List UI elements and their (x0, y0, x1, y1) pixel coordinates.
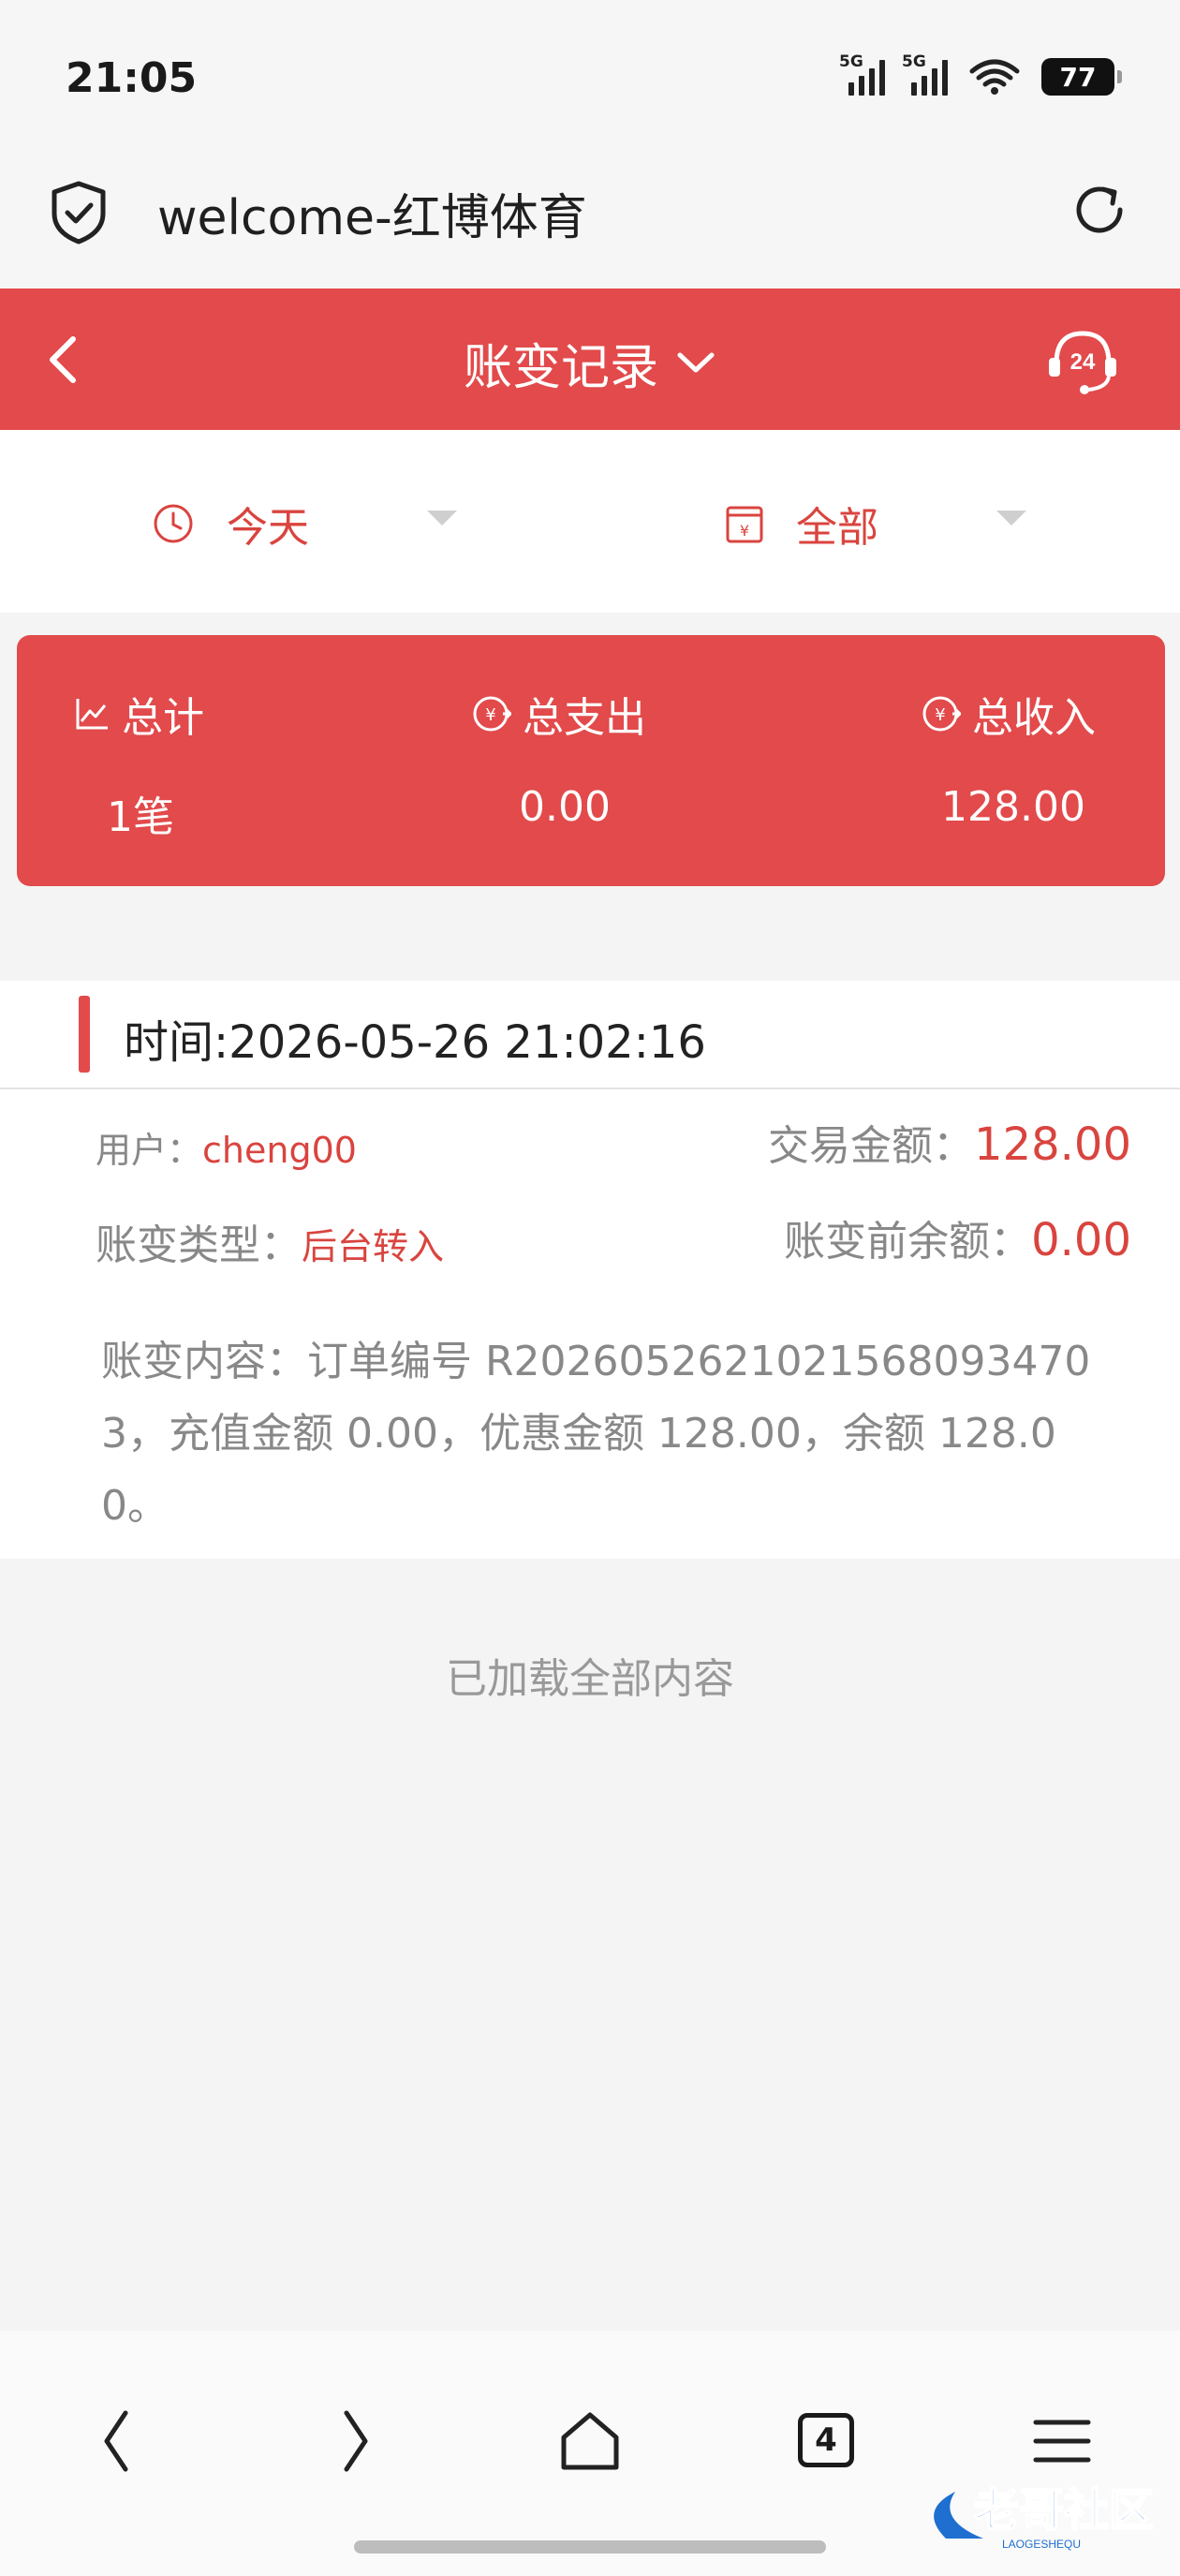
summary-card: 总计 1笔 ¥ 总支出 0.00 ¥ 总收入 128.00 (17, 635, 1165, 886)
record-header: 时间:2026-05-26 21:02:16 (0, 981, 1180, 1089)
watermark-logo: 老哥社区 LAOGESHEQU (934, 2483, 1155, 2551)
summary-expense-value: 0.00 (519, 783, 611, 831)
page-title: 账变记录 (463, 340, 658, 396)
summary-total-label: 总计 (122, 694, 204, 742)
wifi-icon (969, 59, 1020, 95)
record-amount-value: 128.00 (974, 1118, 1131, 1171)
signal-5g-icon: 5G (902, 52, 948, 96)
record-user-value: cheng00 (202, 1130, 357, 1171)
record-balance: 账变前余额：0.00 (784, 1207, 1131, 1267)
record-amount: 交易金额：128.00 (768, 1112, 1131, 1172)
status-time: 21:05 (66, 54, 198, 102)
support-24-text: 24 (1070, 349, 1096, 375)
signal-tag: 5G (902, 52, 926, 71)
transaction-record[interactable]: 时间:2026-05-26 21:02:16 用户：cheng00 交易金额：1… (0, 981, 1180, 1559)
browser-page-title[interactable]: welcome-红博体育 (157, 178, 587, 248)
status-icons: 5G 5G 77 (839, 52, 1122, 96)
clock-icon (154, 504, 193, 543)
record-time: 时间:2026-05-26 21:02:16 (124, 1016, 706, 1069)
reload-icon[interactable] (1068, 178, 1131, 242)
summary-total-value: 1笔 (107, 793, 174, 841)
watermark-text: 老哥社区 (974, 2484, 1154, 2537)
forward-icon[interactable] (317, 2404, 391, 2479)
caret-down-icon (427, 511, 457, 526)
yuan-in-icon: ¥ (922, 696, 961, 732)
summary-expense-label: 总支出 (523, 694, 646, 742)
svg-text:¥: ¥ (485, 705, 495, 725)
record-content: 账变内容：订单编号 R2026052621021568093470 3，充值金额… (101, 1338, 1091, 1530)
summary-income-label: 总收入 (972, 694, 1096, 742)
date-filter-label: 今天 (227, 504, 309, 552)
type-filter-label: 全部 (796, 504, 878, 552)
signal-tag: 5G (839, 52, 863, 71)
tabs-icon[interactable]: 4 (798, 2413, 854, 2467)
calendar-yuan-icon: ¥ (726, 506, 763, 543)
summary-expense: ¥ 总支出 (472, 684, 646, 744)
summary-income: ¥ 总收入 (922, 684, 1096, 744)
watermark-subtext: LAOGESHEQU (1002, 2538, 1081, 2551)
status-bar: 21:05 5G 5G 77 (0, 0, 1180, 150)
type-filter[interactable]: ¥ 全部 (725, 494, 1026, 554)
date-filter[interactable]: 今天 (152, 494, 457, 554)
home-indicator[interactable] (354, 2540, 826, 2554)
chevron-down-icon (677, 352, 715, 372)
record-accent-bar (79, 996, 90, 1073)
record-type: 账变类型：后台转入 (96, 1211, 444, 1271)
page-title-dropdown[interactable]: 账变记录 (0, 328, 1180, 398)
yuan-out-icon: ¥ (473, 696, 511, 732)
menu-icon[interactable] (1025, 2404, 1099, 2479)
all-loaded-text: 已加载全部内容 (446, 1655, 734, 1703)
record-type-value: 后台转入 (302, 1226, 445, 1267)
summary-income-value: 128.00 (941, 783, 1085, 831)
browser-address-bar: welcome-红博体育 (0, 150, 1180, 289)
record-user: 用户：cheng00 (96, 1121, 357, 1173)
record-balance-label: 账变前余额： (784, 1218, 1032, 1266)
record-balance-value: 0.00 (1031, 1214, 1131, 1266)
battery-icon: 77 (1041, 58, 1122, 96)
record-amount-label: 交易金额： (768, 1122, 975, 1170)
svg-text:¥: ¥ (740, 522, 749, 540)
support-24h-icon[interactable]: 24 (1045, 326, 1120, 397)
shield-check-icon[interactable] (49, 180, 109, 245)
svg-text:¥: ¥ (935, 705, 945, 725)
app-header: 账变记录 24 (0, 289, 1180, 430)
record-user-label: 用户： (96, 1130, 203, 1171)
chart-line-icon (76, 699, 108, 730)
caret-down-icon (996, 511, 1026, 526)
home-icon[interactable] (553, 2404, 627, 2479)
signal-5g-icon: 5G (839, 52, 885, 96)
summary-total: 总计 (73, 684, 204, 744)
record-type-label: 账变类型： (96, 1221, 302, 1269)
filter-bar: 今天 ¥ 全部 (0, 430, 1180, 613)
back-icon[interactable] (81, 2404, 155, 2479)
